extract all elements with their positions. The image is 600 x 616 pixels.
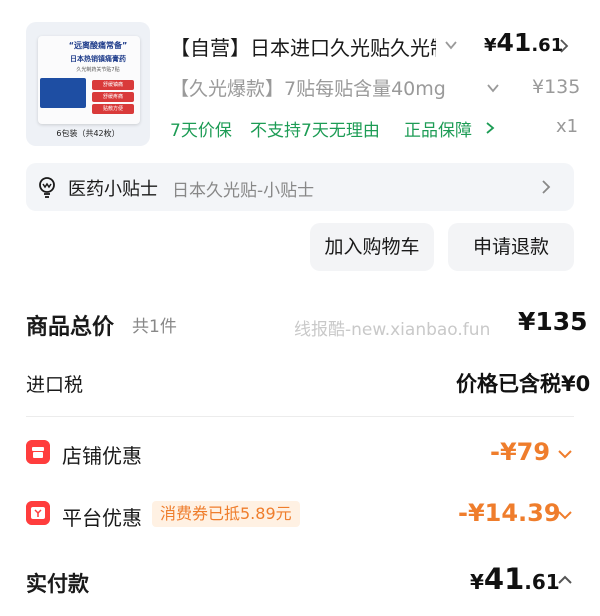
paid-integer: 41 [483, 562, 525, 596]
product-spec[interactable]: 【久光爆款】7贴每贴含量40mg [170, 74, 470, 101]
paid-currency: ¥ [470, 570, 484, 594]
paid-decimal: .61 [524, 570, 560, 594]
thumb-product-box [40, 78, 86, 108]
chevron-down-icon[interactable] [556, 448, 574, 460]
refund-button[interactable]: 申请退款 [448, 223, 574, 271]
store-discount-value[interactable]: -¥79 [490, 438, 550, 466]
product-thumbnail[interactable]: “远离酸痛常备” 日本热销镇痛膏药 久光制药关节贴7贴 舒缓镇痛 舒缓疼痛 贴敷… [26, 22, 150, 146]
service-price-protection[interactable]: 7天价保 [170, 116, 232, 141]
thumb-subtitle-2: 久光制药关节贴7贴 [76, 67, 120, 73]
tips-text: 日本久光贴-小贴士 [172, 181, 315, 201]
total-price: ¥135 [518, 307, 588, 336]
chevron-right-icon [542, 180, 551, 194]
coupon-icon [26, 501, 50, 525]
medicine-tips-bar[interactable]: 医药小贴士 日本久光贴-小贴士 [26, 163, 574, 211]
lightbulb-icon [39, 177, 55, 198]
paid-amount: ¥41.61 [470, 562, 560, 596]
thumb-tag: 贴敷方便 [92, 104, 134, 114]
chevron-down-icon[interactable] [556, 509, 574, 521]
thumb-tag: 舒缓镇痛 [92, 80, 134, 90]
service-no-return[interactable]: 不支持7天无理由 [250, 116, 380, 141]
store-discount-label: 店铺优惠 [62, 444, 142, 468]
price-currency: ¥ [484, 35, 497, 56]
chevron-down-icon[interactable] [486, 81, 500, 95]
coupon-badge: 消费券已抵5.89元 [152, 501, 300, 527]
total-price-label: 商品总价 [26, 315, 115, 340]
import-tax-label: 进口税 [26, 374, 84, 396]
product-package-image: “远离酸痛常备” 日本热销镇痛膏药 久光制药关节贴7贴 舒缓镇痛 舒缓疼痛 贴敷… [38, 36, 140, 124]
price-integer: 41 [496, 28, 532, 57]
thumb-tag: 舒缓疼痛 [92, 92, 134, 102]
paid-label: 实付款 [26, 572, 89, 596]
thumb-subtitle: 日本热销镇痛膏药 [70, 55, 126, 63]
platform-discount-value[interactable]: -¥14.39 [458, 499, 561, 527]
chevron-down-icon[interactable] [444, 38, 458, 52]
thumb-slogan: “远离酸痛常备” [68, 41, 128, 50]
service-authentic[interactable]: 正品保障 [404, 116, 472, 141]
chevron-right-icon[interactable] [485, 121, 495, 135]
original-price: ¥135 [532, 76, 581, 98]
product-title[interactable]: 【自营】日本进口久光贴久光制药 [170, 32, 436, 61]
item-count: 共1件 [132, 317, 177, 337]
chevron-up-icon[interactable] [556, 574, 574, 586]
tips-label: 医药小贴士 [68, 179, 158, 200]
store-icon [26, 440, 50, 464]
watermark: 线报酷-new.xianbao.fun [294, 320, 491, 340]
add-to-cart-button[interactable]: 加入购物车 [310, 223, 434, 271]
import-tax-value: 价格已含税¥0 [456, 372, 591, 396]
thumb-caption: 6包装（共42枚） [56, 129, 120, 138]
quantity: x1 [556, 116, 579, 137]
platform-discount-label: 平台优惠 [62, 506, 142, 530]
product-price: ¥41.61 [484, 28, 563, 57]
divider [26, 416, 574, 417]
chevron-right-icon[interactable] [558, 38, 570, 54]
